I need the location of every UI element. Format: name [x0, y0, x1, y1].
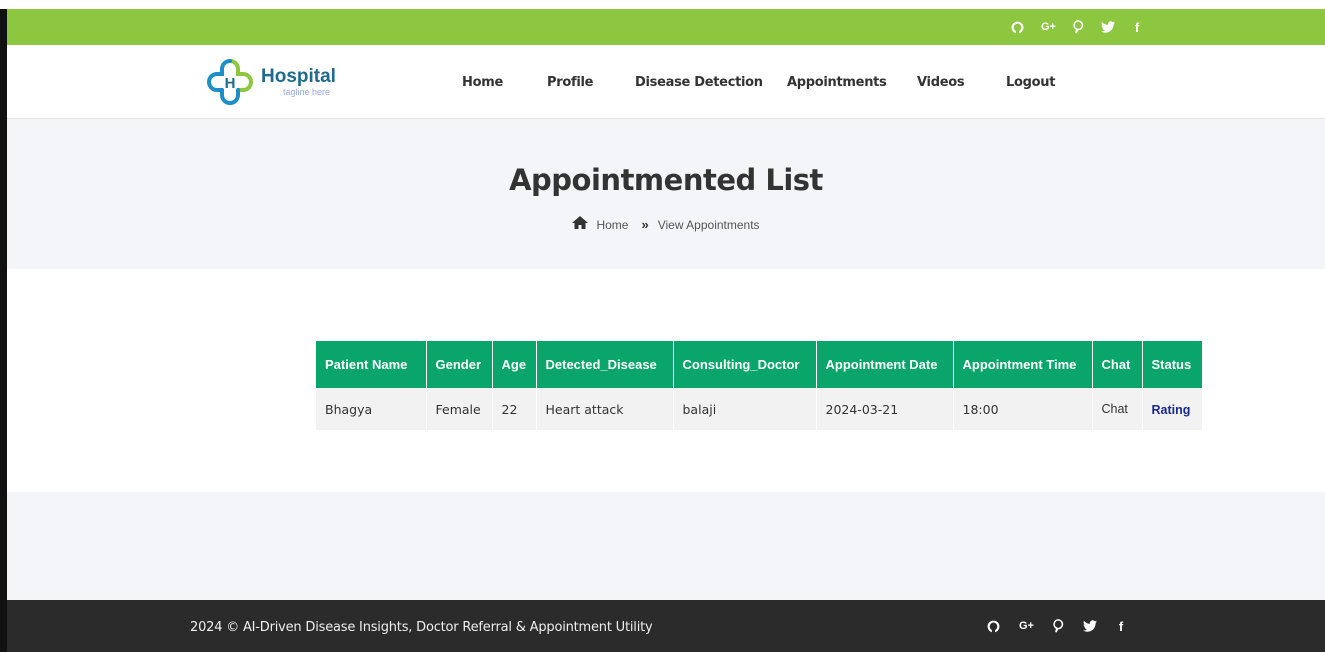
window-left-edge — [0, 9, 7, 652]
cell-detected-disease: Heart attack — [536, 388, 674, 430]
table-row: Bhagya Female 22 Heart attack balaji 202… — [316, 388, 1202, 430]
header-age: Age — [492, 341, 537, 388]
content-bottom-band — [7, 492, 1325, 600]
breadcrumb: Home » View Appointments — [7, 216, 1325, 233]
facebook-icon[interactable]: f — [1116, 619, 1126, 634]
google-plus-icon[interactable]: G+ — [1041, 21, 1056, 33]
github-icon[interactable] — [1011, 21, 1024, 34]
breadcrumb-current: View Appointments — [657, 217, 760, 232]
footer-social-links: G+ f — [987, 600, 1126, 652]
home-icon — [572, 216, 589, 233]
cell-consulting-doctor: balaji — [673, 388, 817, 430]
nav-home[interactable]: Home — [462, 75, 503, 90]
cell-gender: Female — [426, 388, 493, 430]
top-social-bar: G+ f — [7, 9, 1325, 45]
pinterest-icon[interactable] — [1053, 619, 1064, 633]
page-header: Appointmented List Home » View Appointme… — [7, 120, 1325, 269]
chat-link[interactable]: Chat — [1092, 388, 1143, 430]
navbar: H Hospital tagline here Home Profile Dis… — [7, 45, 1325, 119]
footer: 2024 © AI-Driven Disease Insights, Docto… — [7, 600, 1325, 652]
github-icon[interactable] — [987, 620, 1000, 633]
nav-menu: Home Profile Disease Detection Appointme… — [7, 45, 1325, 119]
appointments-table-wrapper: Patient Name Gender Age Detected_Disease… — [316, 341, 1202, 430]
nav-videos[interactable]: Videos — [917, 75, 965, 90]
header-consulting-doctor: Consulting_Doctor — [673, 341, 817, 388]
pinterest-icon[interactable] — [1073, 20, 1084, 34]
chevron-double-right-icon: » — [641, 217, 649, 232]
cell-patient-name: Bhagya — [316, 388, 427, 430]
footer-copyright: 2024 © AI-Driven Disease Insights, Docto… — [190, 620, 653, 635]
cell-age: 22 — [492, 388, 537, 430]
nav-profile[interactable]: Profile — [547, 75, 593, 90]
facebook-icon[interactable]: f — [1132, 20, 1142, 35]
header-chat: Chat — [1092, 341, 1143, 388]
rating-link[interactable]: Rating — [1152, 403, 1191, 417]
appointments-table: Patient Name Gender Age Detected_Disease… — [316, 341, 1202, 430]
cell-appointment-time: 18:00 — [953, 388, 1093, 430]
header-appointment-time: Appointment Time — [953, 341, 1093, 388]
top-social-links: G+ f — [1011, 9, 1142, 45]
header-patient-name: Patient Name — [316, 341, 427, 388]
twitter-icon[interactable] — [1082, 620, 1097, 632]
nav-logout[interactable]: Logout — [1006, 75, 1055, 90]
page: G+ f H Hospital tagline here Home Profil… — [7, 9, 1325, 652]
header-appointment-date: Appointment Date — [816, 341, 954, 388]
page-title: Appointmented List — [509, 163, 823, 197]
google-plus-icon[interactable]: G+ — [1019, 620, 1034, 632]
breadcrumb-home[interactable]: Home — [596, 218, 628, 232]
nav-disease-detection[interactable]: Disease Detection — [635, 75, 763, 90]
twitter-icon[interactable] — [1100, 21, 1115, 33]
cell-appointment-date: 2024-03-21 — [816, 388, 954, 430]
header-gender: Gender — [426, 341, 493, 388]
header-detected-disease: Detected_Disease — [536, 341, 674, 388]
nav-appointments[interactable]: Appointments — [787, 75, 887, 90]
table-header-row: Patient Name Gender Age Detected_Disease… — [316, 341, 1202, 388]
header-status: Status — [1142, 341, 1202, 388]
